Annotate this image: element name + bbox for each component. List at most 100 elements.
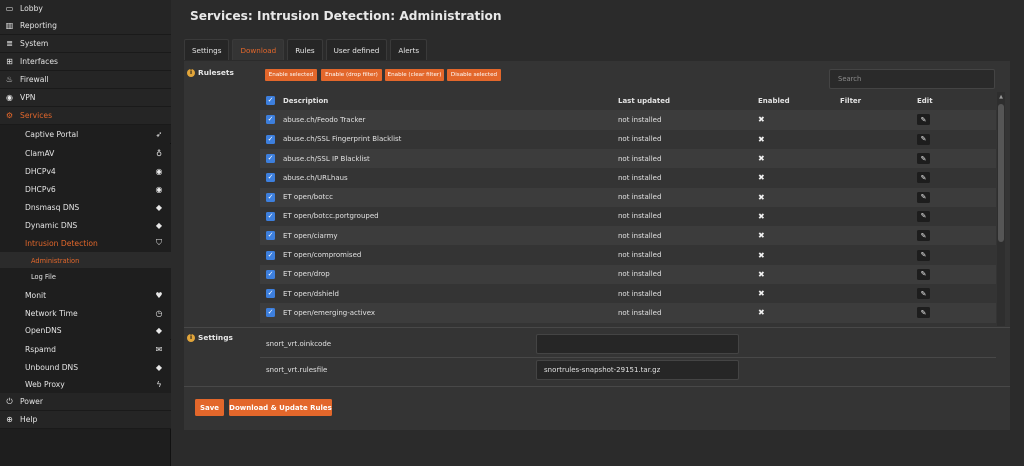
table-row[interactable]: ✓ abuse.ch/SSL Fingerprint Blacklist not i… [260,130,996,149]
tags-icon: ◆ [155,362,163,372]
sidebar-item-rspamd[interactable]: Rspamd ✉ [0,340,171,358]
info-icon[interactable]: i [187,68,195,77]
table-row[interactable]: ✓ ET open/dshield not installed ✖ ✎ [260,284,996,303]
row-checkbox[interactable]: ✓ [266,173,275,183]
row-checkbox[interactable]: ✓ [266,115,275,125]
row-checkbox[interactable]: ✓ [266,231,275,241]
edit-pencil-icon[interactable]: ✎ [917,249,930,261]
sidebar-item-unbound-dns[interactable]: Unbound DNS ◆ [0,358,171,376]
row-checkbox[interactable]: ✓ [266,134,275,144]
row-checkbox[interactable]: ✓ [266,154,275,164]
tab-download[interactable]: Download [232,39,285,60]
edit-pencil-icon[interactable]: ✎ [917,133,930,145]
col-enabled[interactable]: Enabled [758,97,790,105]
plug-icon: ⏻ [6,396,13,406]
sidebar-item-power[interactable]: ⏻ Power [0,393,171,411]
edit-pencil-icon[interactable]: ✎ [917,114,930,126]
edit-pencil-icon[interactable]: ✎ [917,172,930,184]
row-checkbox[interactable]: ✓ [266,308,275,318]
disabled-x-icon[interactable]: ✖ [758,289,765,298]
grid-scrollbar[interactable]: ▲ [997,92,1005,326]
sidebar-item-vpn[interactable]: ◉ VPN [0,89,171,107]
table-row[interactable]: ✓ abuse.ch/Feodo Tracker not installed ✖ ✎ [260,110,996,130]
sidebar-item-help[interactable]: ⊕ Help [0,411,171,429]
row-last-updated: not installed [618,115,662,124]
laptop-icon: ▭ [5,4,14,13]
row-last-updated: not installed [618,289,662,298]
tab-settings[interactable]: Settings [184,39,230,60]
table-row[interactable]: ✓ ET open/ciarmy not installed ✖ ✎ [260,226,996,246]
disabled-x-icon[interactable]: ✖ [758,173,765,182]
row-checkbox[interactable]: ✓ [266,269,275,279]
col-description[interactable]: Description [283,97,328,105]
row-checkbox[interactable]: ✓ [266,211,275,221]
disabled-x-icon[interactable]: ✖ [758,308,765,317]
row-description: ET open/botcc [283,193,333,202]
shield-icon: ⛉ [156,238,162,247]
sidebar-item-lobby[interactable]: ▭ Lobby [0,0,171,18]
sidebar-item-intrusion-detection[interactable]: Intrusion Detection ⛉ [0,234,171,252]
row-checkbox[interactable]: ✓ [266,192,275,202]
enable-drop-filter-button[interactable]: Enable (drop filter) [321,69,382,81]
sidebar-item-interfaces[interactable]: ⊞ Interfaces [0,53,171,71]
sidebar-item-dhcpv4[interactable]: DHCPv4 ◉ [0,162,171,180]
edit-pencil-icon[interactable]: ✎ [917,268,930,280]
sidebar-item-firewall[interactable]: ♨ Firewall [0,71,171,89]
sidebar-item-dynamic-dns[interactable]: Dynamic DNS ◆ [0,216,171,234]
disabled-x-icon[interactable]: ✖ [758,212,765,221]
table-row[interactable]: ✓ abuse.ch/URLhaus not installed ✖ ✎ [260,168,996,187]
table-row[interactable]: ✓ ET open/compromised not installed ✖ ✎ [260,245,996,264]
sidebar-item-dnsmasq-dns[interactable]: Dnsmasq DNS ◆ [0,198,171,216]
download-update-rules-button[interactable]: Download & Update Rules [229,399,332,416]
table-row[interactable]: ✓ abuse.ch/SSL IP Blacklist not installed ✖… [260,148,996,169]
info-icon[interactable]: i [187,333,195,342]
col-last-updated[interactable]: Last updated [618,97,670,105]
edit-pencil-icon[interactable]: ✎ [917,288,930,300]
tab-rules[interactable]: Rules [287,39,323,60]
edit-pencil-icon[interactable]: ✎ [917,307,930,319]
disabled-x-icon[interactable]: ✖ [758,251,765,260]
sidebar-item-services[interactable]: ⚙ Services [0,107,171,125]
edit-pencil-icon[interactable]: ✎ [917,153,930,165]
disabled-x-icon[interactable]: ✖ [758,270,765,279]
col-filter[interactable]: Filter [840,97,861,105]
bolt-icon: ϟ [156,379,162,389]
disable-selected-button[interactable]: Disable selected [447,69,501,81]
edit-pencil-icon[interactable]: ✎ [917,230,930,242]
select-all-checkbox[interactable]: ✓ [266,96,275,106]
disabled-x-icon[interactable]: ✖ [758,154,765,163]
sidebar-item-system[interactable]: ≣ System [0,35,171,53]
sidebar-item-web-proxy[interactable]: Web Proxy ϟ [0,375,171,393]
row-last-updated: not installed [618,231,662,240]
sidebar-item-log-file[interactable]: Log File [0,268,171,286]
edit-pencil-icon[interactable]: ✎ [917,191,930,203]
sidebar-item-monit[interactable]: Monit ♥ [0,286,171,304]
tab-alerts[interactable]: Alerts [390,39,428,60]
enable-selected-button[interactable]: Enable selected [265,69,317,81]
edit-pencil-icon[interactable]: ✎ [917,210,930,222]
table-row[interactable]: ✓ ET open/drop not installed ✖ ✎ [260,264,996,284]
rulesfile-field[interactable]: snortrules-snapshot-29151.tar.gz [536,360,739,380]
disabled-x-icon[interactable]: ✖ [758,115,765,124]
table-row[interactable]: ✓ ET open/botcc.portgrouped not installed ✖… [260,207,996,226]
table-row[interactable]: ✓ ET open/emerging-activex not installed ✖ ✎ [260,303,996,323]
row-checkbox[interactable]: ✓ [266,289,275,299]
enable-clear-filter-button[interactable]: Enable (clear filter) [385,69,444,81]
sidebar-item-clamav[interactable]: ClamAV ♁ [0,144,171,162]
search-input[interactable]: Search [829,69,995,89]
disabled-x-icon[interactable]: ✖ [758,231,765,240]
table-row[interactable]: ✓ ET open/botcc not installed ✖ ✎ [260,187,996,207]
sidebar-item-network-time[interactable]: Network Time ◷ [0,304,171,322]
scroll-up-icon[interactable]: ▲ [997,93,1005,101]
row-checkbox[interactable]: ✓ [266,250,275,260]
sidebar-item-opendns[interactable]: OpenDNS ◆ [0,321,171,339]
tab-user-defined[interactable]: User defined [325,39,388,60]
sidebar-item-captive-portal[interactable]: Captive Portal ➶ [0,125,171,143]
scroll-thumb[interactable] [998,104,1004,242]
disabled-x-icon[interactable]: ✖ [758,193,765,202]
sidebar-item-reporting[interactable]: ▥ Reporting [0,17,171,35]
save-button[interactable]: Save [195,399,224,416]
disabled-x-icon[interactable]: ✖ [758,135,765,144]
oinkcode-field[interactable] [536,334,739,354]
sidebar-item-dhcpv6[interactable]: DHCPv6 ◉ [0,180,171,198]
